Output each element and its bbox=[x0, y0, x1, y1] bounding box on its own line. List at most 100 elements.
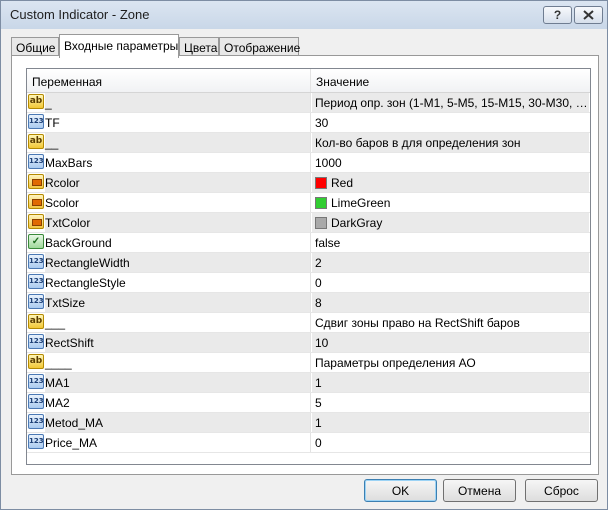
parameter-name: MA1 bbox=[45, 373, 311, 392]
parameter-name: TxtSize bbox=[45, 293, 311, 312]
table-row[interactable]: ab ____ Параметры определения АО bbox=[27, 353, 590, 373]
close-button[interactable] bbox=[574, 6, 603, 24]
parameter-value-text: 30 bbox=[315, 116, 329, 130]
table-row[interactable]: 123 RectangleWidth 2 bbox=[27, 253, 590, 273]
dialog-window: Custom Indicator - Zone ? Общие Входные … bbox=[0, 0, 608, 510]
parameter-value-text: 1 bbox=[315, 376, 322, 390]
parameter-value[interactable]: 5 bbox=[312, 393, 589, 412]
parameter-value[interactable]: 1 bbox=[312, 373, 589, 392]
window-title: Custom Indicator - Zone bbox=[10, 7, 150, 22]
parameter-name: ___ bbox=[45, 313, 311, 332]
inputs-panel: Переменная Значение ab _ Период опр. зон (… bbox=[11, 55, 599, 475]
table-row[interactable]: 123 TF 30 bbox=[27, 113, 590, 133]
table-row[interactable]: 123 Price_MA 0 bbox=[27, 433, 590, 453]
parameter-value-text: Период опр. зон (1-M1, 5-M5, 15-M15, 30-… bbox=[315, 96, 589, 110]
integer-icon: 123 bbox=[28, 434, 44, 450]
integer-icon: 123 bbox=[28, 334, 44, 350]
parameter-value[interactable]: 0 bbox=[312, 273, 589, 292]
parameter-value-text: 8 bbox=[315, 296, 322, 310]
table-row[interactable]: 123 RectangleStyle 0 bbox=[27, 273, 590, 293]
table-row[interactable]: 123 Metod_MA 1 bbox=[27, 413, 590, 433]
parameter-value-text: false bbox=[315, 236, 341, 250]
ok-button[interactable]: OK bbox=[364, 479, 437, 502]
integer-icon: 123 bbox=[28, 114, 44, 130]
table-row[interactable]: Scolor LimeGreen bbox=[27, 193, 590, 213]
header-variable[interactable]: Переменная bbox=[27, 69, 311, 92]
table-row[interactable]: Rcolor Red bbox=[27, 173, 590, 193]
color-icon bbox=[28, 214, 44, 230]
parameter-value[interactable]: Red bbox=[312, 173, 589, 192]
table-row[interactable]: ab _ Период опр. зон (1-M1, 5-M5, 15-M15, … bbox=[27, 93, 590, 113]
table-row[interactable]: 123 RectShift 10 bbox=[27, 333, 590, 353]
parameter-value[interactable]: 30 bbox=[312, 113, 589, 132]
parameter-value[interactable]: 0 bbox=[312, 433, 589, 452]
integer-icon: 123 bbox=[28, 414, 44, 430]
parameter-name: RectShift bbox=[45, 333, 311, 352]
parameter-value-text: 5 bbox=[315, 396, 322, 410]
parameter-value-text: Сдвиг зоны право на RectShift баров bbox=[315, 316, 520, 330]
reset-button[interactable]: Сброс bbox=[525, 479, 598, 502]
integer-icon: 123 bbox=[28, 294, 44, 310]
close-icon bbox=[583, 10, 594, 20]
parameter-value-text: DarkGray bbox=[331, 216, 383, 230]
parameter-name: MaxBars bbox=[45, 153, 311, 172]
integer-icon: 123 bbox=[28, 374, 44, 390]
parameters-grid: Переменная Значение ab _ Период опр. зон (… bbox=[26, 68, 591, 465]
table-row[interactable]: TxtColor DarkGray bbox=[27, 213, 590, 233]
parameter-value-text: 1000 bbox=[315, 156, 342, 170]
tab-inputs[interactable]: Входные параметры bbox=[59, 34, 179, 58]
table-row[interactable]: ab __ Кол-во баров в для определения зон bbox=[27, 133, 590, 153]
header-value[interactable]: Значение bbox=[311, 69, 590, 92]
string-icon: ab bbox=[28, 314, 44, 330]
title-bar: Custom Indicator - Zone ? bbox=[1, 1, 607, 29]
color-icon bbox=[28, 174, 44, 190]
parameter-value[interactable]: Кол-во баров в для определения зон bbox=[312, 133, 589, 152]
parameter-name: Metod_MA bbox=[45, 413, 311, 432]
tab-colors[interactable]: Цвета bbox=[179, 37, 219, 57]
parameter-value[interactable]: Параметры определения АО bbox=[312, 353, 589, 372]
parameter-name: BackGround bbox=[45, 233, 311, 252]
string-icon: ab bbox=[28, 354, 44, 370]
parameter-value[interactable]: 10 bbox=[312, 333, 589, 352]
parameter-value-text: Кол-во баров в для определения зон bbox=[315, 136, 521, 150]
parameter-value[interactable]: false bbox=[312, 233, 589, 252]
parameter-name: RectangleWidth bbox=[45, 253, 311, 272]
parameter-value[interactable]: Период опр. зон (1-M1, 5-M5, 15-M15, 30-… bbox=[312, 93, 589, 112]
parameter-value[interactable]: Сдвиг зоны право на RectShift баров bbox=[312, 313, 589, 332]
cancel-button[interactable]: Отмена bbox=[443, 479, 516, 502]
parameter-name: TxtColor bbox=[45, 213, 311, 232]
tab-general[interactable]: Общие bbox=[11, 37, 59, 57]
parameter-name: RectangleStyle bbox=[45, 273, 311, 292]
parameter-value[interactable]: 1 bbox=[312, 413, 589, 432]
table-row[interactable]: ab ___ Сдвиг зоны право на RectShift баров bbox=[27, 313, 590, 333]
parameter-name: _ bbox=[45, 93, 311, 112]
parameter-name: Scolor bbox=[45, 193, 311, 212]
string-icon: ab bbox=[28, 134, 44, 150]
table-row[interactable]: 123 TxtSize 8 bbox=[27, 293, 590, 313]
parameter-value-text: 10 bbox=[315, 336, 329, 350]
parameter-value-text: Параметры определения АО bbox=[315, 356, 476, 370]
parameter-value-text: 2 bbox=[315, 256, 322, 270]
parameter-value-text: 0 bbox=[315, 276, 322, 290]
table-row[interactable]: ✓ BackGround false bbox=[27, 233, 590, 253]
table-row[interactable]: 123 MA1 1 bbox=[27, 373, 590, 393]
string-icon: ab bbox=[28, 94, 44, 110]
grid-header: Переменная Значение bbox=[27, 69, 590, 93]
table-row[interactable]: 123 MaxBars 1000 bbox=[27, 153, 590, 173]
parameter-value[interactable]: LimeGreen bbox=[312, 193, 589, 212]
parameter-value[interactable]: DarkGray bbox=[312, 213, 589, 232]
color-icon bbox=[28, 194, 44, 210]
tab-display[interactable]: Отображение bbox=[219, 37, 300, 57]
parameter-value-text: 1 bbox=[315, 416, 322, 430]
parameter-name: Rcolor bbox=[45, 173, 311, 192]
grid-rows: ab _ Период опр. зон (1-M1, 5-M5, 15-M15, … bbox=[27, 93, 590, 453]
table-row[interactable]: 123 MA2 5 bbox=[27, 393, 590, 413]
parameter-value[interactable]: 2 bbox=[312, 253, 589, 272]
integer-icon: 123 bbox=[28, 254, 44, 270]
help-button[interactable]: ? bbox=[543, 6, 572, 24]
integer-icon: 123 bbox=[28, 154, 44, 170]
color-swatch bbox=[315, 197, 327, 209]
parameter-value-text: LimeGreen bbox=[331, 196, 391, 210]
parameter-value[interactable]: 1000 bbox=[312, 153, 589, 172]
parameter-value[interactable]: 8 bbox=[312, 293, 589, 312]
